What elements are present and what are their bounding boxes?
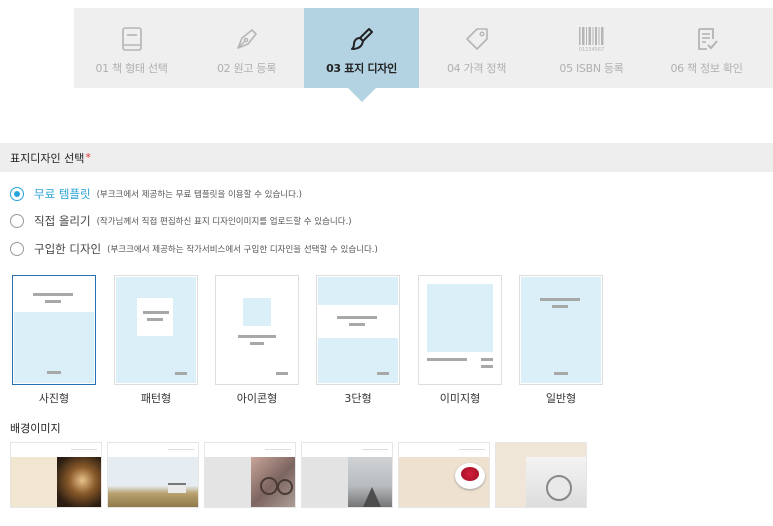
- book-icon: [121, 24, 143, 54]
- step-isbn[interactable]: 01234567 05 ISBN 등록: [534, 8, 649, 88]
- progress-steps: 01 책 형태 선택 02 원고 등록 03 표지 디자인 04 가격 정책 0…: [74, 8, 773, 88]
- template-photo[interactable]: [12, 275, 96, 385]
- raspberry-bowl-background[interactable]: [398, 442, 490, 508]
- option-label: 구입한 디자인: [34, 242, 102, 256]
- section-title: 표지디자인 선택: [10, 151, 85, 165]
- step-book-info[interactable]: 06 책 정보 확인: [649, 8, 764, 88]
- option-label: 직접 올리기: [34, 214, 91, 228]
- option-direct-upload[interactable]: 직접 올리기 (작가님께서 직접 편집하신 표지 디자인이미지를 업로드할 수 …: [10, 213, 352, 229]
- pen-nib-icon: [234, 24, 260, 54]
- required-mark: *: [85, 151, 91, 164]
- radio-button[interactable]: [10, 242, 24, 256]
- template-label: 일반형: [545, 392, 577, 405]
- template-icon[interactable]: [215, 275, 299, 385]
- template-image[interactable]: [418, 275, 502, 385]
- option-purchased-design[interactable]: 구입한 디자인 (부크크에서 제공하는 작가서비스에서 구입한 디자인을 선택할…: [10, 241, 378, 257]
- svg-text:01234567: 01234567: [578, 47, 603, 53]
- template-basic[interactable]: [519, 275, 603, 385]
- step-label: 06 책 정보 확인: [670, 62, 743, 75]
- bench-field-background[interactable]: [107, 442, 199, 508]
- step-label: 02 원고 등록: [216, 62, 277, 75]
- step-cover-design[interactable]: 03 표지 디자인: [304, 8, 419, 88]
- radio-button[interactable]: [10, 187, 24, 201]
- step-label: 04 가격 정책: [446, 62, 507, 75]
- option-label: 무료 템플릿: [34, 187, 91, 201]
- template-label: 사진형: [38, 392, 70, 405]
- template-label: 아이콘형: [236, 392, 278, 405]
- barcode-icon: 01234567: [577, 24, 607, 54]
- paintbrush-icon: [349, 24, 375, 54]
- background-section-title: 배경이미지: [10, 422, 61, 435]
- radio-button[interactable]: [10, 214, 24, 228]
- document-check-icon: [694, 24, 720, 54]
- step-label: 03 표지 디자인: [326, 62, 397, 75]
- bicycle-background[interactable]: [204, 442, 296, 508]
- option-description: (부크크에서 제공하는 작가서비스에서 구입한 디자인을 선택할 수 있습니다.…: [107, 245, 378, 255]
- template-pattern[interactable]: [114, 275, 198, 385]
- price-tag-icon: [464, 24, 490, 54]
- option-free-template[interactable]: 무료 템플릿 (부크크에서 제공하는 무료 템플릿을 이용할 수 있습니다.): [10, 186, 302, 202]
- template-three-tier[interactable]: [316, 275, 400, 385]
- template-label: 3단형: [344, 392, 372, 405]
- section-header: 표지디자인 선택 *: [0, 143, 773, 172]
- step-label: 05 ISBN 등록: [559, 62, 624, 75]
- template-label: 패턴형: [140, 392, 172, 405]
- option-description: (부크크에서 제공하는 무료 템플릿을 이용할 수 있습니다.): [96, 190, 302, 200]
- step-price-policy[interactable]: 04 가격 정책: [419, 8, 534, 88]
- road-background[interactable]: [301, 442, 393, 508]
- option-description: (작가님께서 직접 편집하신 표지 디자인이미지를 업로드할 수 있습니다.): [96, 217, 352, 227]
- step-book-format[interactable]: 01 책 형태 선택: [74, 8, 189, 88]
- clock-background[interactable]: [495, 442, 587, 508]
- nebula-background[interactable]: [10, 442, 102, 508]
- template-label: 이미지형: [439, 392, 481, 405]
- step-manuscript[interactable]: 02 원고 등록: [189, 8, 304, 88]
- step-label: 01 책 형태 선택: [95, 62, 168, 75]
